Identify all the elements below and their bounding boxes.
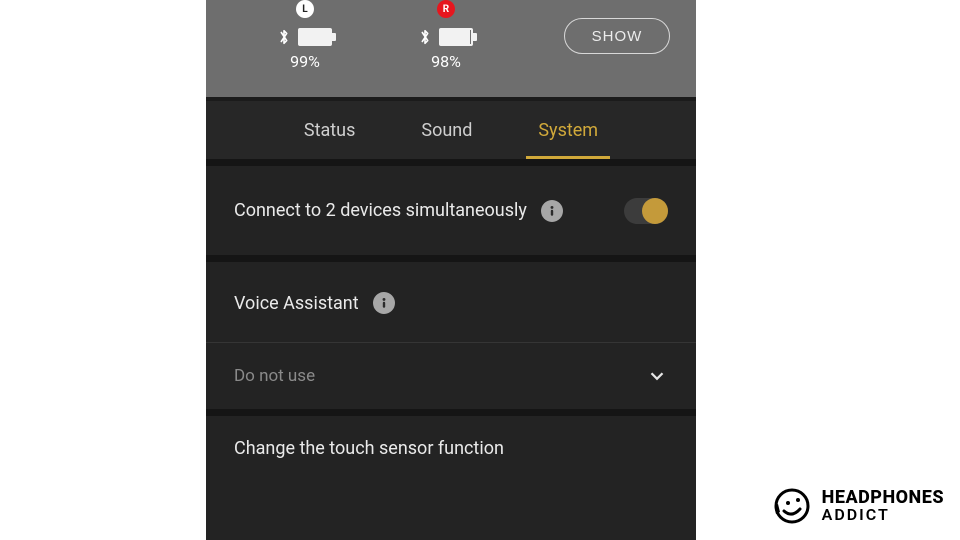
battery-icon [298, 28, 332, 46]
right-battery-percent: 98% [431, 52, 461, 71]
show-button[interactable]: SHOW [564, 18, 670, 54]
logo-icon [772, 486, 812, 526]
battery-icon [439, 28, 473, 46]
tab-system[interactable]: System [534, 101, 602, 159]
bluetooth-icon [278, 28, 290, 46]
voice-assistant-selected: Do not use [234, 366, 315, 386]
multipoint-toggle[interactable] [624, 198, 668, 224]
chevron-down-icon [646, 365, 668, 387]
left-battery-percent: 99% [290, 52, 320, 71]
app-screen: L 99% R 98% SHOW [206, 0, 696, 540]
multipoint-row: Connect to 2 devices simultaneously [206, 159, 696, 255]
status-header: L 99% R 98% SHOW [206, 0, 696, 97]
touch-sensor-label: Change the touch sensor function [234, 438, 504, 459]
right-badge: R [437, 0, 455, 18]
left-earbud-status: L 99% [278, 0, 332, 71]
bluetooth-icon [419, 28, 431, 46]
left-badge: L [296, 0, 314, 18]
info-icon[interactable] [373, 292, 395, 314]
tab-bar: Status Sound System [206, 97, 696, 159]
tab-status[interactable]: Status [300, 101, 359, 159]
logo-text-line2: ADDICT [822, 507, 944, 523]
voice-assistant-dropdown[interactable]: Do not use [206, 342, 696, 409]
info-icon[interactable] [541, 200, 563, 222]
tab-sound[interactable]: Sound [417, 101, 476, 159]
touch-sensor-row[interactable]: Change the touch sensor function [206, 409, 696, 540]
right-earbud-status: R 98% [419, 0, 473, 71]
multipoint-label: Connect to 2 devices simultaneously [234, 200, 527, 221]
watermark-logo: HEADPHONES ADDICT [772, 486, 944, 526]
voice-assistant-section: Voice Assistant Do not use [206, 255, 696, 409]
voice-assistant-label: Voice Assistant [234, 293, 359, 314]
